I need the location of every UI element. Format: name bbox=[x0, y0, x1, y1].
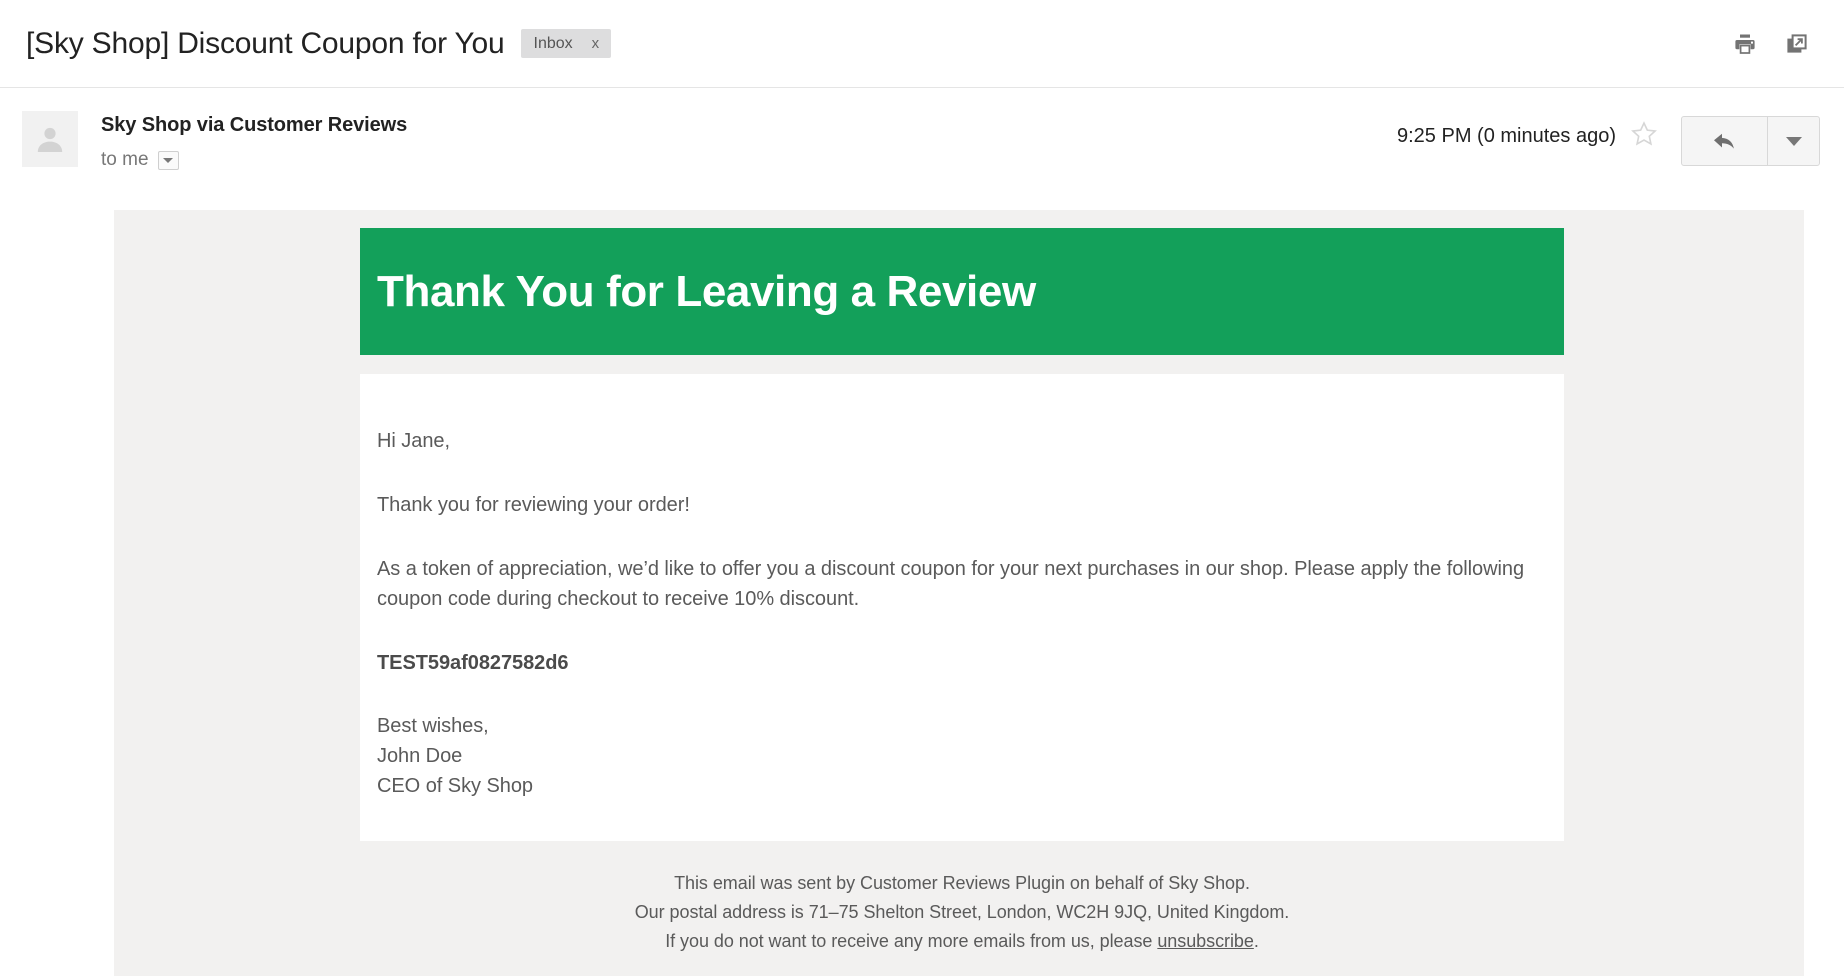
footer-unsubscribe-prefix: If you do not want to receive any more e… bbox=[665, 931, 1158, 951]
offer-paragraph: As a token of appreciation, we’d like to… bbox=[377, 558, 1525, 610]
email-content-wrapper: Thank You for Leaving a Review Hi Jane, … bbox=[360, 228, 1564, 976]
coupon-code: TEST59af0827582d6 bbox=[377, 652, 569, 674]
footer-line-1: This email was sent by Customer Reviews … bbox=[674, 873, 1250, 893]
star-outline-icon[interactable] bbox=[1630, 120, 1658, 153]
print-icon[interactable] bbox=[1732, 31, 1758, 57]
unsubscribe-link[interactable]: unsubscribe bbox=[1157, 931, 1254, 951]
subject-actions bbox=[1732, 31, 1820, 57]
email-body: Thank You for Leaving a Review Hi Jane, … bbox=[114, 210, 1804, 976]
recipient-label: to me bbox=[101, 149, 149, 170]
label-chip-inbox[interactable]: Inbox x bbox=[520, 29, 612, 58]
email-card: Hi Jane, Thank you for reviewing your or… bbox=[360, 374, 1564, 841]
banner-title: Thank You for Leaving a Review bbox=[377, 266, 1036, 316]
signoff-line-2: John Doe bbox=[377, 745, 463, 767]
reply-button[interactable] bbox=[1682, 117, 1767, 165]
sender-name[interactable]: Sky Shop via Customer Reviews bbox=[101, 113, 407, 138]
more-options-button[interactable] bbox=[1767, 117, 1819, 165]
person-avatar-icon bbox=[37, 127, 63, 152]
signoff-line-1: Best wishes, bbox=[377, 715, 489, 737]
recipient-line: to me bbox=[101, 149, 407, 171]
message-timestamp: 9:25 PM (0 minutes ago) bbox=[1397, 125, 1616, 147]
signoff-line-3: CEO of Sky Shop bbox=[377, 775, 533, 797]
remove-label-icon[interactable]: x bbox=[592, 35, 600, 52]
footer-line-3: If you do not want to receive any more e… bbox=[360, 927, 1564, 956]
email-banner: Thank You for Leaving a Review bbox=[360, 228, 1564, 355]
avatar bbox=[22, 111, 78, 167]
page-title: [Sky Shop] Discount Coupon for You bbox=[26, 26, 505, 60]
message-actions: 9:25 PM (0 minutes ago) bbox=[1397, 110, 1820, 210]
sender-row: Sky Shop via Customer Reviews to me 9:25… bbox=[0, 88, 1844, 210]
thanks-text: Thank you for reviewing your order! bbox=[377, 494, 690, 516]
reply-arrow-icon bbox=[1713, 133, 1734, 149]
greeting-text: Hi Jane, bbox=[377, 430, 450, 452]
email-footer: This email was sent by Customer Reviews … bbox=[360, 869, 1564, 976]
subject-bar: [Sky Shop] Discount Coupon for You Inbox… bbox=[0, 0, 1844, 88]
label-chip-text: Inbox bbox=[533, 34, 573, 52]
open-in-new-window-icon[interactable] bbox=[1784, 31, 1810, 57]
footer-unsubscribe-suffix: . bbox=[1253, 931, 1259, 951]
caret-down-icon bbox=[1785, 136, 1802, 146]
signoff-block: Best wishes, John Doe CEO of Sky Shop bbox=[377, 711, 1548, 801]
show-details-caret-icon[interactable] bbox=[157, 150, 179, 170]
footer-line-2: Our postal address is 71–75 Shelton Stre… bbox=[634, 902, 1290, 922]
reply-button-group bbox=[1681, 116, 1820, 166]
sender-info: Sky Shop via Customer Reviews to me bbox=[101, 110, 407, 210]
